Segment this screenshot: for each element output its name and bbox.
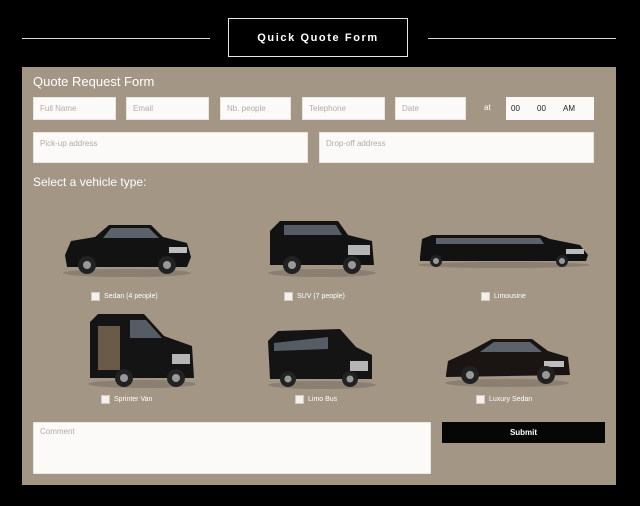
form-title: Quote Request Form	[33, 74, 155, 89]
limo-bus-label: Limo Bus	[308, 396, 338, 403]
dropoff-address-field[interactable]	[319, 132, 594, 163]
full-name-input[interactable]	[34, 98, 115, 119]
luxury-sedan-icon	[445, 339, 570, 387]
pickup-address-field[interactable]	[33, 132, 308, 163]
suv-checkbox[interactable]	[284, 292, 293, 301]
comment-field[interactable]	[33, 422, 431, 474]
suv-label: SUV (7 people)	[297, 293, 345, 300]
limo-bus-icon	[268, 329, 376, 389]
sprinter-van-checkbox[interactable]	[101, 395, 110, 404]
limousine-option-label[interactable]: Limousine	[481, 292, 526, 301]
submit-button[interactable]: Submit	[442, 422, 605, 443]
ampm-select[interactable]: AM	[563, 104, 575, 113]
luxury-sedan-option-label[interactable]: Luxury Sedan	[476, 395, 532, 404]
date-input[interactable]	[396, 98, 465, 119]
sedan-label: Sedan (4 people)	[104, 293, 158, 300]
limousine-icon	[418, 235, 590, 268]
sprinter-van-option-label[interactable]: Sprinter Van	[101, 395, 152, 404]
page-title: Quick Quote Form	[228, 18, 408, 57]
luxury-sedan-option[interactable]	[432, 331, 582, 389]
limousine-checkbox[interactable]	[481, 292, 490, 301]
full-name-field[interactable]	[33, 97, 116, 120]
limo-bus-checkbox[interactable]	[295, 395, 304, 404]
sedan-checkbox[interactable]	[91, 292, 100, 301]
suv-option[interactable]	[247, 215, 397, 279]
luxury-sedan-checkbox[interactable]	[476, 395, 485, 404]
limo-bus-option[interactable]	[247, 325, 397, 391]
sedan-option-label[interactable]: Sedan (4 people)	[91, 292, 158, 301]
time-selector[interactable]: 00 00 AM	[506, 97, 594, 120]
suv-icon	[268, 221, 376, 277]
sprinter-van-label: Sprinter Van	[114, 396, 153, 403]
header-rule-right	[428, 38, 616, 39]
nb-people-field[interactable]	[220, 97, 291, 120]
telephone-field[interactable]	[302, 97, 385, 120]
quote-form-panel: Quote Request Form at 00 00 AM Select a …	[22, 67, 616, 485]
luxury-sedan-label: Luxury Sedan	[489, 396, 533, 403]
sprinter-van-icon	[88, 314, 196, 388]
suv-option-label[interactable]: SUV (7 people)	[284, 292, 345, 301]
limousine-label: Limousine	[494, 293, 526, 300]
vehicle-section-title: Select a vehicle type:	[33, 175, 147, 189]
limousine-option[interactable]	[414, 225, 594, 269]
date-field[interactable]	[395, 97, 466, 120]
pickup-address-input[interactable]	[34, 136, 307, 153]
at-label: at	[484, 103, 491, 112]
sprinter-van-option[interactable]	[67, 312, 217, 390]
sedan-option[interactable]	[52, 217, 202, 279]
limo-bus-option-label[interactable]: Limo Bus	[295, 395, 337, 404]
email-field[interactable]	[126, 97, 209, 120]
hour-select[interactable]: 00	[511, 104, 520, 113]
comment-input[interactable]	[34, 423, 430, 473]
sedan-icon	[63, 225, 191, 277]
dropoff-address-input[interactable]	[320, 136, 593, 153]
header-rule-left	[22, 38, 210, 39]
telephone-input[interactable]	[303, 98, 384, 119]
minute-select[interactable]: 00	[537, 104, 546, 113]
nb-people-input[interactable]	[221, 98, 290, 119]
email-input[interactable]	[127, 98, 208, 119]
